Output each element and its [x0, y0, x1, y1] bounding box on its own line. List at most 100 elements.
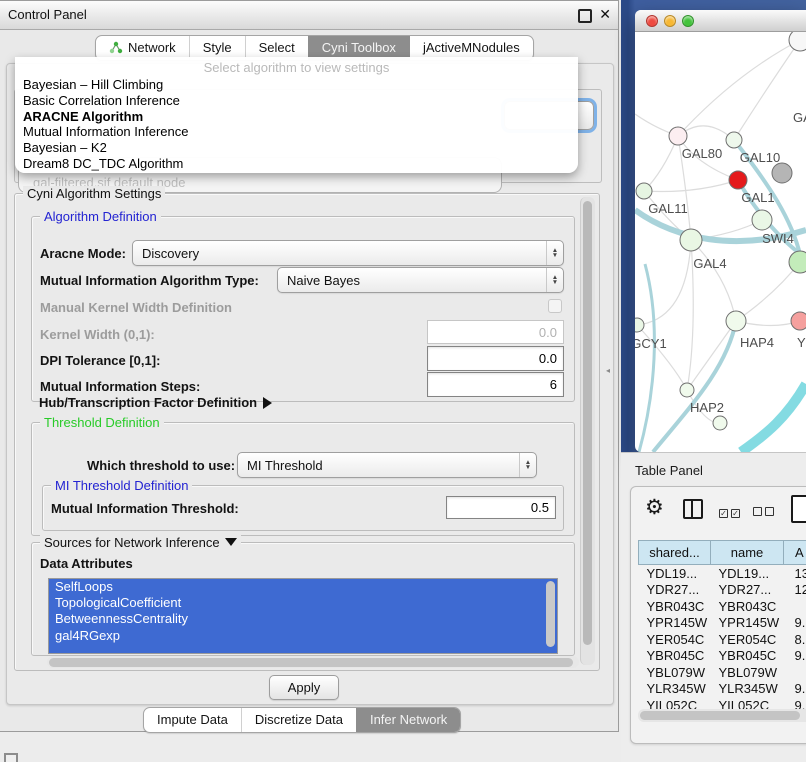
tab-infer-network[interactable]: Infer Network [356, 708, 460, 732]
attribute-gal4rgexp[interactable]: gal4RGexp [49, 628, 557, 644]
sources-group: Sources for Network Inference Data Attri… [31, 542, 575, 656]
mi-threshold-group: MI Threshold Definition Mutual Informati… [42, 485, 564, 531]
node-swi4 [752, 210, 772, 230]
manual-kernel-checkbox[interactable] [548, 299, 562, 313]
column-header-shared-name[interactable]: shared... [639, 541, 711, 565]
network-icon [109, 41, 123, 55]
table-row[interactable]: YPR145WYPR145W9. [639, 615, 806, 632]
kernel-width-label: Kernel Width (0,1): [40, 327, 155, 342]
table-row[interactable]: YBL079WYBL079W [639, 664, 806, 681]
mi-threshold-label: Mutual Information Threshold: [51, 501, 239, 516]
node-salmon [791, 312, 806, 330]
minimize-traffic-light-icon[interactable] [664, 15, 676, 27]
cyni-bottom-tabbar: Impute Data Discretize Data Infer Networ… [143, 707, 461, 733]
spinner-arrows-icon: ▲▼ [546, 268, 563, 292]
tab-discretize-data[interactable]: Discretize Data [241, 708, 356, 732]
mi-threshold-field[interactable]: 0.5 [446, 496, 556, 519]
network-canvas[interactable]: GAL GAL80 GAL10 GAL1 GAL11 SWI4 GAL4 GCY… [635, 32, 806, 452]
network-edge-cyan-thick [741, 384, 806, 452]
threshold-definition-group: Threshold Definition Which threshold to … [31, 422, 575, 536]
table-row[interactable]: YER054CYER054C8. [639, 631, 806, 648]
spinner-arrows-icon: ▲▼ [519, 453, 536, 477]
apply-button-label: Apply [288, 680, 321, 695]
attribute-betweennesscentrality[interactable]: BetweennessCentrality [49, 611, 557, 627]
node-hap2 [680, 383, 694, 397]
algorithm-item-aracne[interactable]: ARACNE Algorithm [15, 109, 578, 125]
control-panel-titlebar: Control Panel ✕ [0, 1, 618, 30]
label-gal4: GAL4 [693, 256, 726, 271]
which-threshold-combo[interactable]: MI Threshold ▲▼ [237, 452, 537, 478]
apply-button[interactable]: Apply [269, 675, 339, 700]
sources-toggle[interactable]: Sources for Network Inference [40, 535, 241, 550]
algorithm-item-basic-correlation[interactable]: Basic Correlation Inference [15, 93, 578, 109]
kernel-width-field[interactable]: 0.0 [427, 320, 564, 344]
tab-impute-data[interactable]: Impute Data [144, 708, 241, 732]
algorithm-item-mutual-information[interactable]: Mutual Information Inference [15, 124, 578, 140]
table-panel-region: Table Panel ⚙ ✓✓ shared... name A YDL19.… [621, 452, 806, 762]
label-hap4: HAP4 [740, 335, 774, 350]
float-window-icon[interactable] [578, 9, 592, 23]
column-layout-icon[interactable] [683, 499, 703, 519]
deselect-all-icon[interactable] [753, 503, 774, 521]
label-gal10: GAL10 [740, 150, 780, 165]
which-threshold-value: MI Threshold [238, 458, 519, 473]
node-gal10 [726, 132, 742, 148]
label-hap2: HAP2 [690, 400, 724, 415]
mi-type-combo[interactable]: Naive Bayes ▲▼ [277, 267, 564, 293]
network-node-labels: GAL GAL80 GAL10 GAL1 GAL11 SWI4 GAL4 GCY… [635, 110, 806, 415]
mi-type-value: Naive Bayes [278, 273, 546, 288]
algorithm-item-bayesian-k2[interactable]: Bayesian – K2 [15, 140, 578, 156]
algorithm-item-bayesian-hill[interactable]: Bayesian – Hill Climbing [15, 77, 578, 93]
label-gal-cut: GAL [793, 110, 806, 125]
aracne-mode-value: Discovery [133, 246, 546, 261]
node-gal1 [729, 171, 747, 189]
select-all-icon[interactable]: ✓✓ [719, 503, 740, 521]
node-attribute-table[interactable]: shared... name A YDL19...YDL19...13 YDR2… [638, 540, 806, 714]
label-gal11: GAL11 [648, 201, 688, 216]
label-y-cut: Y [797, 335, 806, 350]
label-gcy1: GCY1 [635, 336, 667, 351]
cyni-algorithm-settings-group: Cyni Algorithm Settings Algorithm Defini… [14, 193, 600, 671]
new-table-icon[interactable] [791, 495, 806, 523]
node-gal4 [680, 229, 702, 251]
close-traffic-light-icon[interactable] [646, 15, 658, 27]
dpi-tolerance-label: DPI Tolerance [0,1]: [40, 353, 160, 368]
close-icon[interactable]: ✕ [599, 6, 611, 23]
table-settings-button[interactable]: ⚙ [645, 497, 664, 519]
which-threshold-label: Which threshold to use: [87, 458, 235, 473]
dpi-tolerance-field[interactable]: 0.0 [427, 346, 564, 371]
table-row[interactable]: YDR27...YDR27...12 [639, 582, 806, 599]
table-hscrollbar[interactable] [638, 709, 806, 722]
screen: Control Panel ✕ Network Style Select Cyn… [0, 0, 806, 762]
hub-definition-label: Hub/Transcription Factor Definition [39, 395, 257, 410]
attribute-topologicalcoefficient[interactable]: TopologicalCoefficient [49, 595, 557, 611]
manual-kernel-label: Manual Kernel Width Definition [40, 300, 232, 315]
mi-steps-label: Mutual Information Steps: [40, 379, 200, 394]
table-panel-card: ⚙ ✓✓ shared... name A YDL19...YDL19...13… [630, 486, 806, 744]
pane-divider-handle[interactable]: ◂ [606, 366, 612, 375]
data-attributes-list[interactable]: SelfLoops TopologicalCoefficient Between… [48, 578, 558, 654]
label-gal1: GAL1 [741, 190, 774, 205]
node-hap4 [726, 311, 746, 331]
network-view-window: GAL GAL80 GAL10 GAL1 GAL11 SWI4 GAL4 GCY… [635, 10, 806, 452]
table-panel-title: Table Panel [635, 463, 703, 478]
table-row[interactable]: YBR045CYBR045C9. [639, 648, 806, 665]
attributes-scrollbar[interactable] [544, 581, 554, 651]
table-row[interactable]: YDL19...YDL19...13 [639, 565, 806, 582]
settings-vscrollbar[interactable] [580, 197, 595, 665]
label-swi4: SWI4 [762, 231, 794, 246]
mi-threshold-group-title: MI Threshold Definition [51, 478, 192, 493]
mi-steps-field[interactable]: 6 [427, 372, 564, 397]
aracne-mode-combo[interactable]: Discovery ▲▼ [132, 240, 564, 266]
column-header-cut[interactable]: A [784, 541, 806, 565]
algorithm-item-dream8[interactable]: Dream8 DC_TDC Algorithm [15, 156, 578, 172]
sources-title: Sources for Network Inference [44, 535, 220, 550]
settings-hscrollbar[interactable] [47, 656, 579, 668]
minimized-panel-icon[interactable] [4, 753, 18, 762]
table-row[interactable]: YLR345WYLR345W9. [639, 681, 806, 698]
table-row[interactable]: YBR043CYBR043C [639, 598, 806, 615]
zoom-traffic-light-icon[interactable] [682, 15, 694, 27]
attribute-selfloops[interactable]: SelfLoops [49, 579, 557, 595]
hub-definition-toggle[interactable]: Hub/Transcription Factor Definition [39, 395, 272, 410]
column-header-name[interactable]: name [711, 541, 784, 565]
